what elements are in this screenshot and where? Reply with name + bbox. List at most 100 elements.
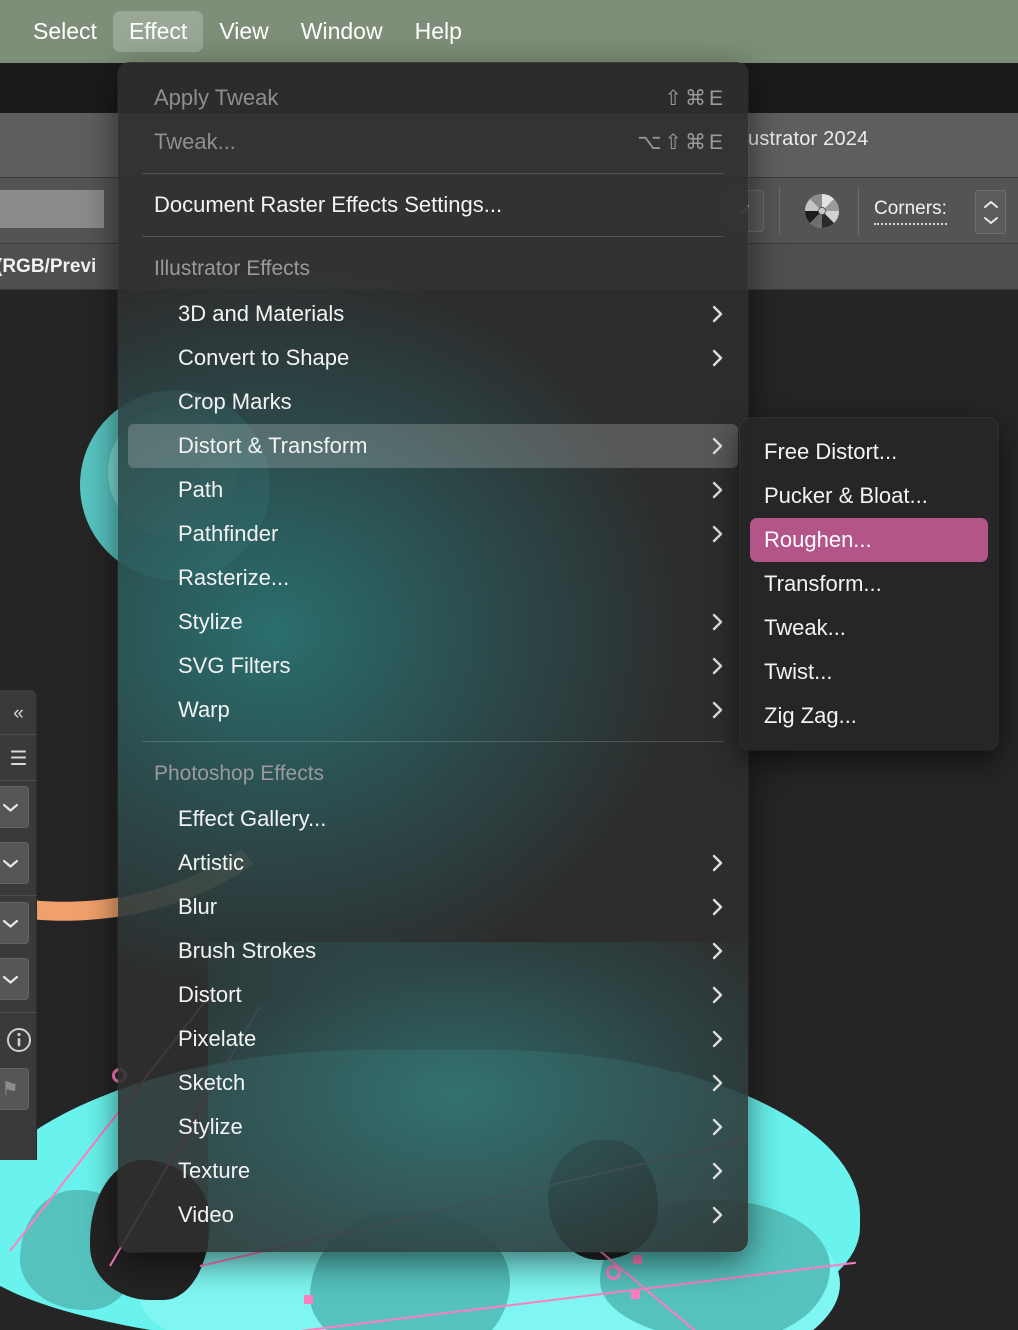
- submenu-chevron-icon: [710, 895, 726, 919]
- panel-expand-button-1[interactable]: [0, 786, 29, 828]
- submenu-item-twist[interactable]: Twist...: [750, 650, 988, 694]
- toolbar-separator: [779, 186, 780, 236]
- distort-and-transform-submenu: Free Distort... Pucker & Bloat... Roughen.…: [740, 418, 998, 750]
- submenu-item-zig-zag[interactable]: Zig Zag...: [750, 694, 988, 738]
- submenu-item-label: Tweak...: [764, 615, 846, 640]
- menu-item-pathfinder[interactable]: Pathfinder: [128, 512, 738, 556]
- effect-dropdown-menu: Apply Tweak ⇧⌘E Tweak... ⌥⇧⌘E Document Raste…: [118, 62, 748, 1252]
- submenu-item-transform[interactable]: Transform...: [750, 562, 988, 606]
- menu-item-label: Video: [178, 1202, 234, 1227]
- panel-expand-button-3[interactable]: [0, 902, 29, 944]
- chevron-up-icon: [983, 200, 998, 208]
- menu-item-label: Pixelate: [178, 1026, 257, 1051]
- submenu-chevron-icon: [710, 939, 726, 963]
- artboards-panel-button[interactable]: ⚑: [0, 1068, 29, 1110]
- panel-expand-button-4[interactable]: [0, 958, 29, 1000]
- chevron-down-icon: [2, 919, 18, 928]
- submenu-chevron-icon: [710, 983, 726, 1007]
- menu-item-stylize[interactable]: Stylize: [128, 600, 738, 644]
- dock-divider: [0, 1012, 37, 1013]
- pinwheel-icon[interactable]: [803, 192, 841, 230]
- submenu-item-tweak[interactable]: Tweak...: [750, 606, 988, 650]
- menu-item-label: Crop Marks: [178, 389, 292, 414]
- info-icon: [6, 1028, 31, 1052]
- submenu-chevron-icon: [710, 522, 726, 546]
- menu-item-label: Apply Tweak: [154, 85, 279, 110]
- menu-item-distort-transform[interactable]: Distort & Transform: [128, 424, 738, 468]
- submenu-chevron-icon: [710, 1071, 726, 1095]
- menu-item-svg-filters[interactable]: SVG Filters: [128, 644, 738, 688]
- submenu-chevron-icon: [710, 1159, 726, 1183]
- menu-item-sketch[interactable]: Sketch: [128, 1061, 738, 1105]
- submenu-item-label: Free Distort...: [764, 439, 898, 464]
- path-anchor-selected[interactable]: [606, 1265, 621, 1280]
- menu-item-label: Blur: [178, 894, 218, 919]
- menu-item-shortcut: ⇧⌘E: [664, 86, 726, 110]
- submenu-item-pucker-bloat[interactable]: Pucker & Bloat...: [750, 474, 988, 518]
- menubar-item-help[interactable]: Help: [399, 11, 478, 52]
- menu-item-label: Pathfinder: [178, 521, 279, 546]
- submenu-item-label: Twist...: [764, 659, 833, 684]
- double-chevron-left-icon: «: [13, 703, 24, 724]
- chevron-down-icon: [2, 975, 18, 984]
- menu-item-texture[interactable]: Texture: [128, 1149, 738, 1193]
- menu-item-label: Texture: [178, 1158, 251, 1183]
- submenu-chevron-icon: [710, 654, 726, 678]
- menu-item-video[interactable]: Video: [128, 1193, 738, 1237]
- menu-item-effect-gallery[interactable]: Effect Gallery...: [128, 797, 738, 841]
- menu-item-warp[interactable]: Warp: [128, 688, 738, 732]
- corners-stepper[interactable]: [975, 190, 1006, 234]
- submenu-item-free-distort[interactable]: Free Distort...: [750, 430, 988, 474]
- panel-expand-button-2[interactable]: [0, 842, 29, 884]
- menu-item-label: Document Raster Effects Settings...: [154, 192, 503, 217]
- collapse-panels-button[interactable]: «: [0, 694, 37, 734]
- hamburger-icon: ☰: [9, 747, 28, 770]
- submenu-chevron-icon: [710, 1203, 726, 1227]
- dock-divider: [0, 780, 37, 781]
- submenu-chevron-icon: [710, 302, 726, 326]
- menu-item-label: Sketch: [178, 1070, 246, 1095]
- menu-item-label: Effect Gallery...: [178, 806, 327, 831]
- chevron-down-icon: [2, 859, 18, 868]
- dock-divider: [0, 895, 37, 896]
- menu-item-label: 3D and Materials: [178, 301, 345, 326]
- path-anchor-point[interactable]: [304, 1295, 313, 1304]
- menubar-item-effect[interactable]: Effect: [112, 11, 204, 52]
- submenu-item-roughen[interactable]: Roughen...: [750, 518, 988, 562]
- menubar-item-select[interactable]: Select: [17, 11, 113, 52]
- app-title: ustrator 2024: [748, 128, 869, 150]
- document-info-button[interactable]: [0, 1020, 37, 1060]
- menu-item-label: Tweak...: [154, 129, 236, 154]
- menu-item-distort[interactable]: Distort: [128, 973, 738, 1017]
- menu-item-stylize[interactable]: Stylize: [128, 1105, 738, 1149]
- menu-item-pixelate[interactable]: Pixelate: [128, 1017, 738, 1061]
- corners-label[interactable]: Corners:: [874, 198, 947, 225]
- submenu-item-list: Free Distort... Pucker & Bloat... Roughen.…: [740, 430, 998, 738]
- menu-section-header: Illustrator Effects: [154, 257, 311, 280]
- menubar-item-view[interactable]: View: [203, 11, 284, 52]
- screen: ustrator 2024 ✓: [0, 0, 1018, 1330]
- menu-separator: [142, 236, 724, 237]
- submenu-chevron-icon: [710, 1027, 726, 1051]
- menu-item-blur[interactable]: Blur: [128, 885, 738, 929]
- menu-item-document-raster-effects-settings[interactable]: Document Raster Effects Settings...: [128, 183, 738, 227]
- submenu-chevron-icon: [710, 698, 726, 722]
- menu-item-artistic[interactable]: Artistic: [128, 841, 738, 885]
- menu-item-rasterize[interactable]: Rasterize...: [128, 556, 738, 600]
- menu-item-brush-strokes[interactable]: Brush Strokes: [128, 929, 738, 973]
- submenu-item-label: Pucker & Bloat...: [764, 483, 928, 508]
- menubar-item-window[interactable]: Window: [285, 11, 399, 52]
- menu-item-crop-marks[interactable]: Crop Marks: [128, 380, 738, 424]
- menu-item-label: Artistic: [178, 850, 244, 875]
- path-anchor-point[interactable]: [631, 1290, 640, 1299]
- menu-item-label: Stylize: [178, 609, 243, 634]
- menu-item-label: Stylize: [178, 1114, 243, 1139]
- panel-menu-button[interactable]: ☰: [0, 738, 37, 778]
- submenu-item-label: Transform...: [764, 571, 882, 596]
- path-anchor-point[interactable]: [633, 1255, 642, 1264]
- submenu-chevron-icon: [710, 346, 726, 370]
- menu-item-convert-to-shape[interactable]: Convert to Shape: [128, 336, 738, 380]
- menu-item-path[interactable]: Path: [128, 468, 738, 512]
- menu-item-3d-and-materials[interactable]: 3D and Materials: [128, 292, 738, 336]
- toolbar-text-field[interactable]: [0, 190, 104, 228]
